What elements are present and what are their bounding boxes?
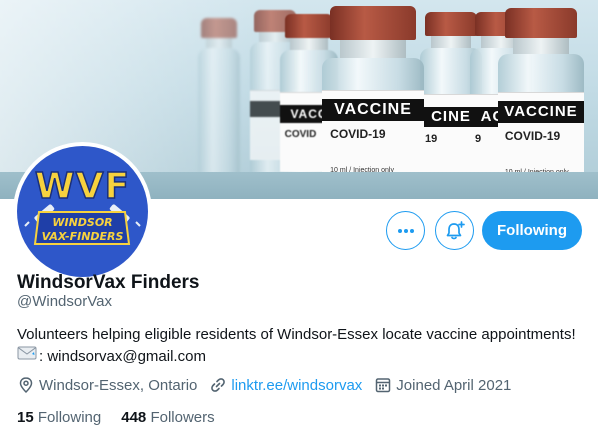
website-item: linktr.ee/windsorvax <box>209 376 362 394</box>
more-options-button[interactable] <box>386 211 425 250</box>
calendar-icon <box>376 378 391 393</box>
envelope-icon <box>17 345 37 367</box>
profile-bio: Volunteers helping eligible residents of… <box>17 324 587 367</box>
vial-brand-text: VACCINE <box>322 99 424 121</box>
joined-item: Joined April 2021 <box>374 376 511 394</box>
banner-vial-main: VACCINE COVID-19 10 ml / Injection only <box>322 6 424 198</box>
follow-stats: 15 Following 448 Followers <box>17 407 235 427</box>
avatar-text-line1: WINDSOR <box>52 216 112 229</box>
link-icon <box>211 378 226 392</box>
location-pin-icon <box>19 377 33 394</box>
vial-product-text: COVID-19 <box>330 127 386 141</box>
following-stat[interactable]: 15 Following <box>17 409 101 426</box>
more-horizontal-icon <box>397 228 414 233</box>
bell-plus-icon <box>446 220 465 239</box>
display-name: WindsorVax Finders <box>17 272 200 293</box>
banner-vial-right: VACCINE COVID-19 10 ml / Injection only <box>498 8 584 198</box>
bio-line-1: Volunteers helping eligible residents of… <box>17 326 576 343</box>
avatar-text-line2: VAX-FINDERS <box>42 230 124 243</box>
followers-count: 448 <box>121 408 151 426</box>
avatar-initials: WVF <box>35 166 130 207</box>
banner-vial-far-1 <box>198 18 240 188</box>
bio-email: : windsorvax@gmail.com <box>39 347 206 365</box>
following-count: 15 <box>17 408 38 426</box>
following-label: Following <box>37 408 102 426</box>
following-button[interactable]: Following <box>482 211 582 250</box>
followers-label: Followers <box>150 408 215 426</box>
followers-stat[interactable]: 448 Followers <box>121 409 214 426</box>
website-link[interactable]: linktr.ee/windsorvax <box>231 377 362 394</box>
vial-brand-text: VACCINE <box>498 101 584 123</box>
profile-meta: Windsor-Essex, Ontario linktr.ee/windsor… <box>17 375 523 395</box>
location-item: Windsor-Essex, Ontario <box>17 376 197 394</box>
location-text: Windsor-Essex, Ontario <box>39 376 198 394</box>
avatar[interactable]: WVF WINDSOR VAX-FINDERS <box>17 146 148 277</box>
joined-text: Joined April 2021 <box>396 376 512 394</box>
vial-product-text: COVID-19 <box>504 129 561 143</box>
bio-line-2: : windsorvax@gmail.com <box>17 345 587 367</box>
notifications-toggle-button[interactable] <box>435 211 474 250</box>
username-handle: @WindsorVax <box>17 293 112 310</box>
avatar-logo: WVF WINDSOR VAX-FINDERS <box>24 165 141 245</box>
